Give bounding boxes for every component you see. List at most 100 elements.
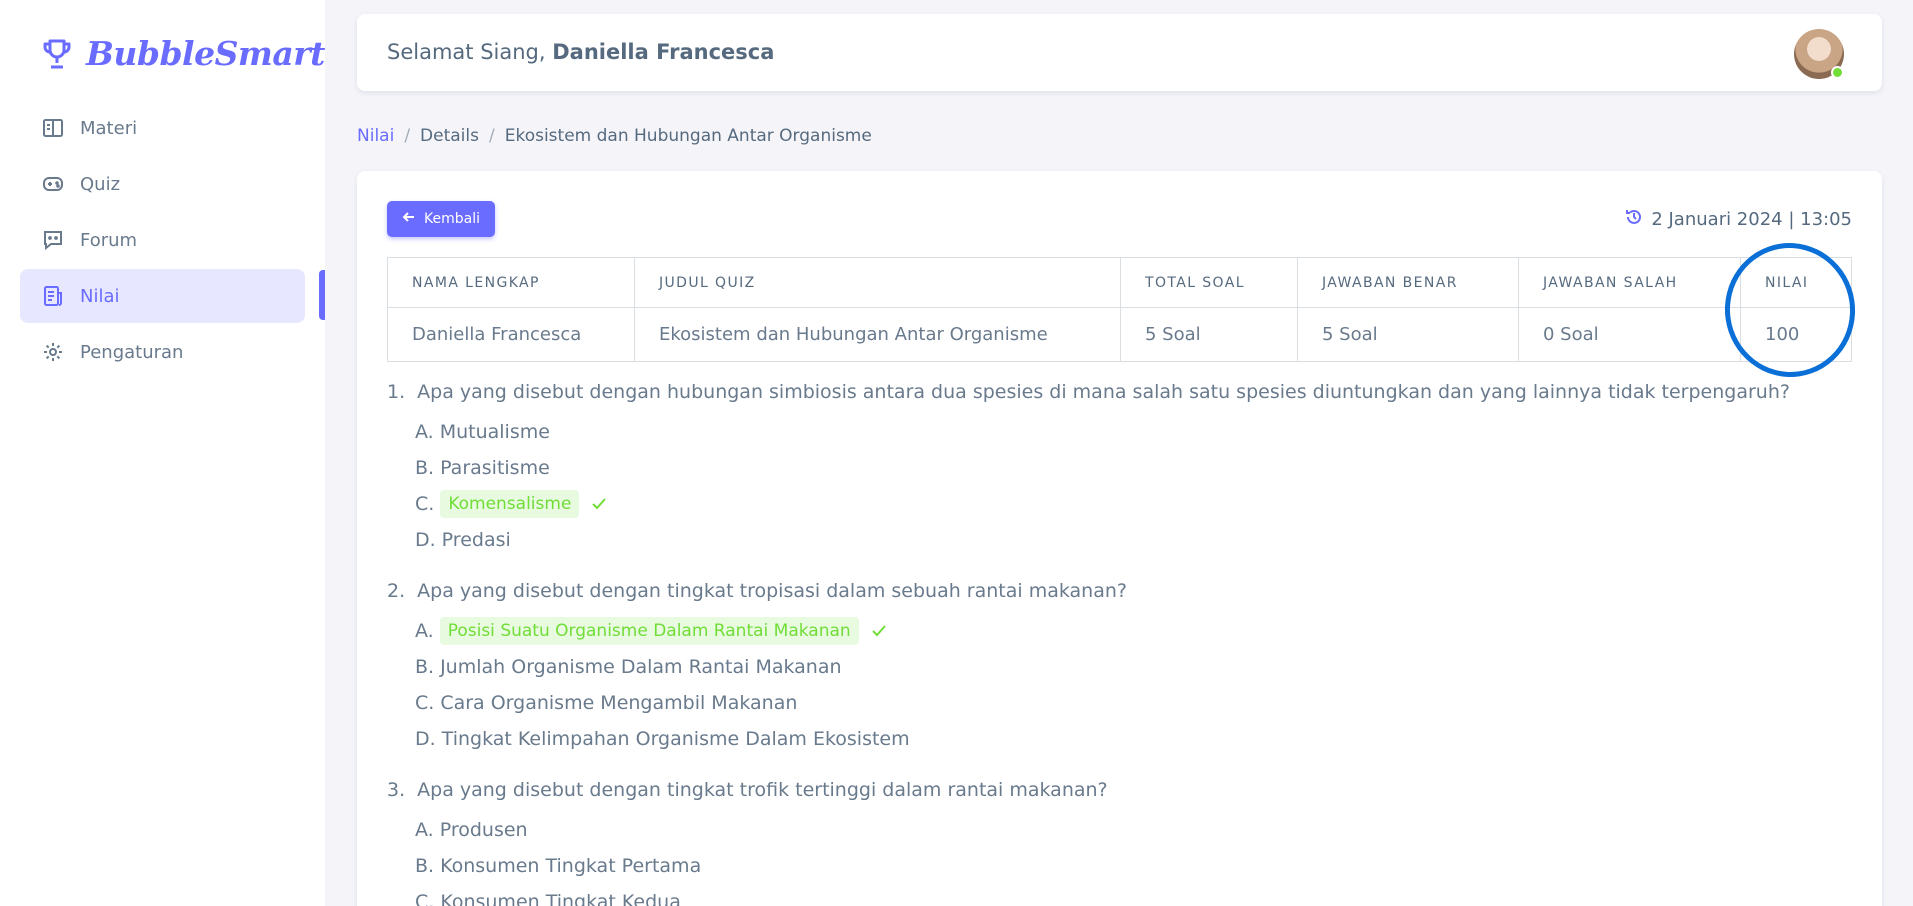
answer-option: D. Predasi bbox=[415, 522, 1852, 558]
option-letter: A. bbox=[415, 421, 434, 443]
option-text: Jumlah Organisme Dalam Rantai Makanan bbox=[440, 656, 842, 678]
book-icon bbox=[42, 117, 64, 139]
option-letter: C. bbox=[415, 891, 435, 906]
breadcrumb-separator: / bbox=[488, 126, 495, 146]
active-indicator bbox=[319, 270, 325, 320]
option-letter: B. bbox=[415, 457, 435, 479]
answer-option: C. Cara Organisme Mengambil Makanan bbox=[415, 685, 1852, 721]
chat-icon bbox=[42, 229, 64, 251]
option-text: Parasitisme bbox=[440, 457, 550, 479]
top-navbar: Selamat Siang, Daniella Francesca bbox=[357, 14, 1882, 91]
option-letter: D. bbox=[415, 529, 436, 551]
question-number: 3. bbox=[387, 779, 406, 801]
column-header: JAWABAN BENAR bbox=[1297, 257, 1519, 308]
quiz-date: 2 Januari 2024 | 13:05 bbox=[1625, 208, 1852, 231]
question-item: 2. Apa yang disebut dengan tingkat tropi… bbox=[387, 580, 1852, 757]
option-text: Predasi bbox=[441, 529, 511, 551]
question-title: 3. Apa yang disebut dengan tingkat trofi… bbox=[387, 779, 1852, 801]
clock-history-icon bbox=[1625, 208, 1643, 231]
question-text: Apa yang disebut dengan tingkat trofik t… bbox=[417, 779, 1108, 801]
sidebar-item-label: Forum bbox=[80, 229, 138, 251]
trophy-icon bbox=[40, 37, 74, 71]
brand-name: BubbleSmart bbox=[86, 34, 325, 73]
sidebar-item-label: Nilai bbox=[80, 285, 120, 307]
option-letter: B. bbox=[415, 656, 435, 678]
gear-icon bbox=[42, 341, 64, 363]
sidebar-item-pengaturan[interactable]: Pengaturan bbox=[20, 325, 305, 379]
column-header: NILAI bbox=[1740, 257, 1852, 308]
table-row: Daniella Francesca Ekosistem dan Hubunga… bbox=[387, 307, 1852, 362]
option-letter: C. bbox=[415, 692, 435, 714]
date-text: 2 Januari 2024 | 13:05 bbox=[1651, 209, 1852, 230]
greeting-label: Selamat Siang, bbox=[387, 40, 546, 64]
question-text: Apa yang disebut dengan tingkat tropisas… bbox=[417, 580, 1127, 602]
online-status-dot bbox=[1831, 66, 1844, 79]
breadcrumb-item-current: Ekosistem dan Hubungan Antar Organisme bbox=[504, 126, 872, 146]
answer-option: D. Tingkat Kelimpahan Organisme Dalam Ek… bbox=[415, 721, 1852, 757]
question-number: 1. bbox=[387, 381, 406, 403]
answer-option: A. Produsen bbox=[415, 812, 1852, 848]
gamepad-icon bbox=[42, 173, 64, 195]
question-number: 2. bbox=[387, 580, 406, 602]
back-button-label: Kembali bbox=[424, 211, 480, 227]
option-text: Cara Organisme Mengambil Makanan bbox=[440, 692, 798, 714]
sidebar-menu: Materi Quiz Forum Nilai Pengaturan bbox=[20, 101, 305, 381]
option-letter: C. bbox=[415, 493, 435, 515]
question-item: 1. Apa yang disebut dengan hubungan simb… bbox=[387, 381, 1852, 558]
option-letter: A. bbox=[415, 620, 434, 642]
column-header: JUDUL QUIZ bbox=[634, 257, 1121, 308]
column-header: TOTAL SOAL bbox=[1120, 257, 1298, 308]
table-cell: Ekosistem dan Hubungan Antar Organisme bbox=[634, 307, 1121, 362]
sidebar-item-quiz[interactable]: Quiz bbox=[20, 157, 305, 211]
table-header-row: NAMA LENGKAP JUDUL QUIZ TOTAL SOAL JAWAB… bbox=[387, 257, 1852, 308]
question-list: 1. Apa yang disebut dengan hubungan simb… bbox=[387, 381, 1852, 906]
option-text: Tingkat Kelimpahan Organisme Dalam Ekosi… bbox=[441, 728, 910, 750]
question-item: 3. Apa yang disebut dengan tingkat trofi… bbox=[387, 779, 1852, 906]
table-cell: 5 Soal bbox=[1120, 307, 1298, 362]
option-text-highlighted: Posisi Suatu Organisme Dalam Rantai Maka… bbox=[439, 617, 859, 645]
option-text: Mutualisme bbox=[439, 421, 550, 443]
avatar[interactable] bbox=[1794, 29, 1844, 79]
sidebar-item-materi[interactable]: Materi bbox=[20, 101, 305, 155]
result-card: Kembali 2 Januari 2024 | 13:05 NAMA LENG… bbox=[357, 171, 1882, 906]
report-icon bbox=[42, 285, 64, 307]
question-title: 1. Apa yang disebut dengan hubungan simb… bbox=[387, 381, 1852, 403]
option-letter: D. bbox=[415, 728, 436, 750]
arrow-left-icon bbox=[402, 210, 416, 228]
column-header: JAWABAN SALAH bbox=[1518, 257, 1741, 308]
answer-option-correct: A. Posisi Suatu Organisme Dalam Rantai M… bbox=[415, 613, 1852, 649]
answer-option: B. Jumlah Organisme Dalam Rantai Makanan bbox=[415, 649, 1852, 685]
option-letter: A. bbox=[415, 819, 434, 841]
answer-option: C. Konsumen Tingkat Kedua bbox=[415, 884, 1852, 906]
sidebar-item-nilai[interactable]: Nilai bbox=[20, 269, 305, 323]
breadcrumb: Nilai / Details / Ekosistem dan Hubungan… bbox=[357, 126, 872, 146]
back-button[interactable]: Kembali bbox=[387, 201, 495, 237]
greeting-text: Selamat Siang, Daniella Francesca bbox=[387, 40, 774, 64]
option-letter: B. bbox=[415, 855, 435, 877]
option-text: Konsumen Tingkat Kedua bbox=[440, 891, 681, 906]
question-text: Apa yang disebut dengan hubungan simbios… bbox=[417, 381, 1790, 403]
breadcrumb-link-nilai[interactable]: Nilai bbox=[357, 126, 394, 146]
sidebar: BubbleSmart Materi Quiz Forum Nilai Peng… bbox=[0, 0, 325, 906]
breadcrumb-separator: / bbox=[404, 126, 411, 146]
sidebar-item-label: Materi bbox=[80, 117, 138, 139]
option-text: Konsumen Tingkat Pertama bbox=[440, 855, 702, 877]
sidebar-item-forum[interactable]: Forum bbox=[20, 213, 305, 267]
check-icon bbox=[591, 497, 607, 511]
sidebar-item-label: Quiz bbox=[80, 173, 121, 195]
breadcrumb-item-details: Details bbox=[420, 126, 479, 146]
brand-logo[interactable]: BubbleSmart bbox=[40, 34, 325, 73]
table-cell: Daniella Francesca bbox=[387, 307, 635, 362]
score-cell: 100 bbox=[1740, 307, 1852, 362]
table-cell: 0 Soal bbox=[1518, 307, 1741, 362]
column-header: NAMA LENGKAP bbox=[387, 257, 635, 308]
result-table: NAMA LENGKAP JUDUL QUIZ TOTAL SOAL JAWAB… bbox=[387, 257, 1852, 362]
answer-option: A. Mutualisme bbox=[415, 414, 1852, 450]
sidebar-item-label: Pengaturan bbox=[80, 341, 184, 363]
option-text: Produsen bbox=[439, 819, 528, 841]
user-name: Daniella Francesca bbox=[552, 40, 775, 64]
answer-option-correct: C. Komensalisme bbox=[415, 486, 1852, 522]
answer-option: B. Parasitisme bbox=[415, 450, 1852, 486]
table-cell: 5 Soal bbox=[1297, 307, 1519, 362]
option-text-highlighted: Komensalisme bbox=[440, 490, 580, 518]
